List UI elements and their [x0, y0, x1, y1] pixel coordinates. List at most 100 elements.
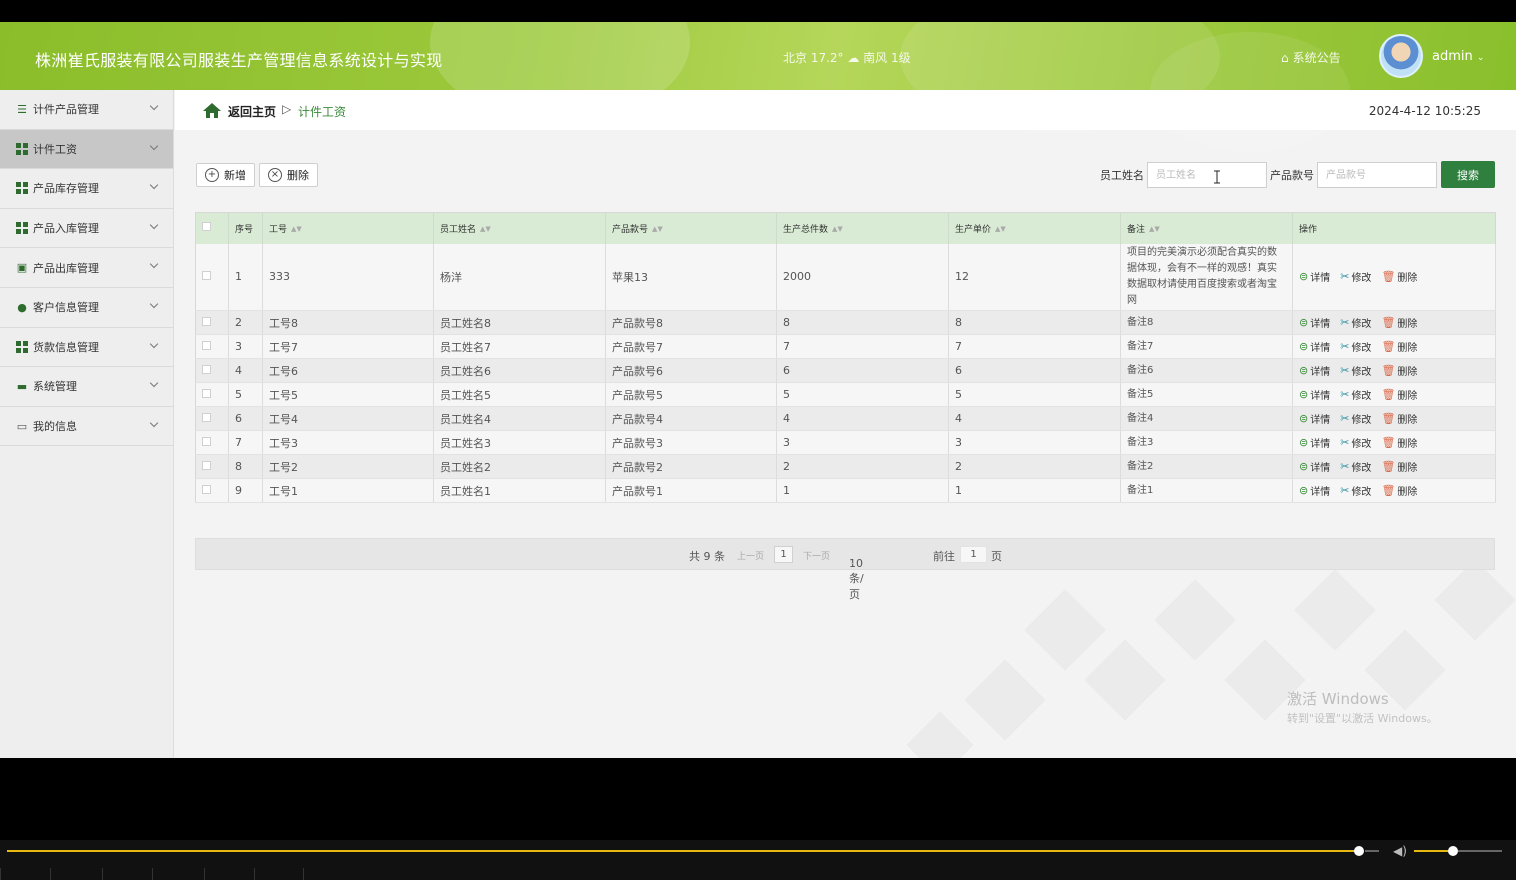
row-checkbox[interactable]: [202, 461, 211, 470]
column-header[interactable]: 工号 ▲▼: [262, 212, 434, 244]
control-segment[interactable]: [152, 868, 202, 880]
edit-button[interactable]: ✂ 修改: [1340, 459, 1371, 474]
view-button[interactable]: ⊜ 详情: [1299, 411, 1330, 426]
goto-input[interactable]: 1: [960, 546, 987, 563]
view-button[interactable]: ⊜ 详情: [1299, 339, 1330, 354]
cell-remark: 备注1: [1120, 478, 1293, 503]
add-button[interactable]: + 新增: [196, 163, 255, 187]
sidebar-item-piece-products[interactable]: ☰ 计件产品管理: [0, 90, 173, 130]
control-segment[interactable]: [50, 868, 100, 880]
row-checkbox[interactable]: [202, 389, 211, 398]
row-delete-button[interactable]: 🗑 删除: [1381, 339, 1417, 354]
view-button[interactable]: ⊜ 详情: [1299, 315, 1330, 330]
column-header[interactable]: 员工姓名 ▲▼: [433, 212, 606, 244]
row-checkbox[interactable]: [202, 271, 211, 281]
row-delete-button[interactable]: 🗑 删除: [1381, 459, 1417, 474]
progress-remaining[interactable]: [1365, 850, 1379, 852]
cell-actions: ⊜ 详情 ✂ 修改 🗑 删除: [1292, 334, 1496, 359]
volume-handle[interactable]: [1448, 846, 1458, 856]
column-header[interactable]: 产品款号 ▲▼: [605, 212, 777, 244]
cell-name: 员工姓名5: [433, 382, 606, 407]
avatar[interactable]: [1379, 34, 1423, 78]
row-delete-button[interactable]: 🗑 删除: [1381, 363, 1417, 378]
view-button[interactable]: ⊜ 详情: [1299, 483, 1330, 498]
edit-button[interactable]: ✂ 修改: [1340, 483, 1371, 498]
prev-page-button[interactable]: 上一页: [737, 549, 764, 562]
control-segment[interactable]: [102, 868, 152, 880]
row-delete-button[interactable]: 🗑 删除: [1381, 315, 1417, 330]
notice-link[interactable]: ⌂ 系统公告: [1281, 49, 1341, 66]
cell-emp-id: 工号4: [262, 406, 434, 431]
employee-name-input[interactable]: [1147, 162, 1267, 188]
cell-actions: ⊜ 详情 ✂ 修改 🗑 删除: [1292, 243, 1496, 311]
breadcrumb-home-link[interactable]: 返回主页: [228, 103, 276, 120]
sort-icon[interactable]: ▲▼: [652, 226, 663, 233]
edit-button[interactable]: ✂ 修改: [1340, 339, 1371, 354]
edit-button[interactable]: ✂ 修改: [1340, 411, 1371, 426]
sort-icon[interactable]: ▲▼: [480, 226, 491, 233]
edit-button[interactable]: ✂ 修改: [1340, 269, 1371, 284]
volume-icon[interactable]: ◀): [1393, 844, 1407, 858]
sidebar-item-piece-wage[interactable]: 计件工资: [0, 129, 173, 170]
row-delete-button[interactable]: 🗑 删除: [1381, 411, 1417, 426]
volume-remaining[interactable]: [1458, 850, 1502, 852]
select-all-checkbox[interactable]: [202, 222, 211, 232]
sidebar-item-stock-in[interactable]: 产品入库管理: [0, 209, 173, 249]
edit-button[interactable]: ✂ 修改: [1340, 315, 1371, 330]
cell-no: 6: [228, 406, 263, 431]
view-icon: ⊜: [1299, 270, 1309, 284]
sidebar-item-my-info[interactable]: ▭ 我的信息: [0, 407, 173, 447]
row-delete-button[interactable]: 🗑 删除: [1381, 435, 1417, 450]
delete-button[interactable]: × 删除: [259, 163, 318, 187]
sidebar-item-stock-out[interactable]: ▣ 产品出库管理: [0, 248, 173, 288]
row-delete-button[interactable]: 🗑 删除: [1381, 483, 1417, 498]
row-checkbox[interactable]: [202, 485, 211, 494]
view-button[interactable]: ⊜ 详情: [1299, 269, 1330, 284]
sidebar-item-label: 计件产品管理: [33, 103, 99, 117]
chevron-down-icon: [149, 378, 159, 388]
user-menu[interactable]: admin ⌄: [1432, 49, 1484, 64]
view-button[interactable]: ⊜ 详情: [1299, 363, 1330, 378]
row-checkbox[interactable]: [202, 365, 211, 374]
sidebar-item-inventory[interactable]: 产品库存管理: [0, 169, 173, 209]
control-segment[interactable]: [204, 868, 254, 880]
goto-suffix: 页: [991, 550, 1002, 563]
page-number-1[interactable]: 1: [774, 546, 793, 563]
edit-button[interactable]: ✂ 修改: [1340, 363, 1371, 378]
progress-handle[interactable]: [1354, 846, 1364, 856]
row-checkbox[interactable]: [202, 341, 211, 350]
sort-icon[interactable]: ▲▼: [291, 226, 302, 233]
sidebar-item-customers[interactable]: ● 客户信息管理: [0, 288, 173, 328]
view-button[interactable]: ⊜ 详情: [1299, 435, 1330, 450]
product-no-input[interactable]: [1317, 162, 1437, 188]
next-page-button[interactable]: 下一页: [803, 549, 830, 562]
row-checkbox[interactable]: [202, 413, 211, 422]
sidebar-item-payments[interactable]: 货款信息管理: [0, 328, 173, 368]
view-button[interactable]: ⊜ 详情: [1299, 459, 1330, 474]
control-segment[interactable]: [0, 868, 50, 880]
select-all-cell[interactable]: [195, 212, 229, 244]
sidebar-item-label: 产品出库管理: [33, 261, 99, 275]
control-segment[interactable]: [254, 868, 304, 880]
column-header[interactable]: 备注 ▲▼: [1120, 212, 1293, 244]
sort-icon[interactable]: ▲▼: [1149, 226, 1160, 233]
cell-qty: 7: [776, 334, 949, 359]
view-button[interactable]: ⊜ 详情: [1299, 387, 1330, 402]
row-checkbox[interactable]: [202, 437, 211, 446]
column-header[interactable]: 生产单价 ▲▼: [948, 212, 1121, 244]
home-icon[interactable]: [202, 102, 222, 119]
view-icon: ⊜: [1299, 364, 1309, 377]
sidebar-item-system[interactable]: ▬ 系统管理: [0, 367, 173, 407]
sidebar-item-label: 客户信息管理: [33, 301, 99, 315]
cell-product: 产品款号3: [605, 430, 777, 455]
edit-button[interactable]: ✂ 修改: [1340, 387, 1371, 402]
column-header[interactable]: 生产总件数 ▲▼: [776, 212, 949, 244]
row-delete-button[interactable]: 🗑 删除: [1381, 269, 1417, 284]
row-checkbox[interactable]: [202, 317, 211, 326]
sort-icon[interactable]: ▲▼: [995, 226, 1006, 233]
row-delete-button[interactable]: 🗑 删除: [1381, 387, 1417, 402]
sort-icon[interactable]: ▲▼: [832, 226, 843, 233]
progress-bar[interactable]: [7, 850, 1359, 852]
search-button[interactable]: 搜索: [1441, 161, 1495, 188]
edit-button[interactable]: ✂ 修改: [1340, 435, 1371, 450]
